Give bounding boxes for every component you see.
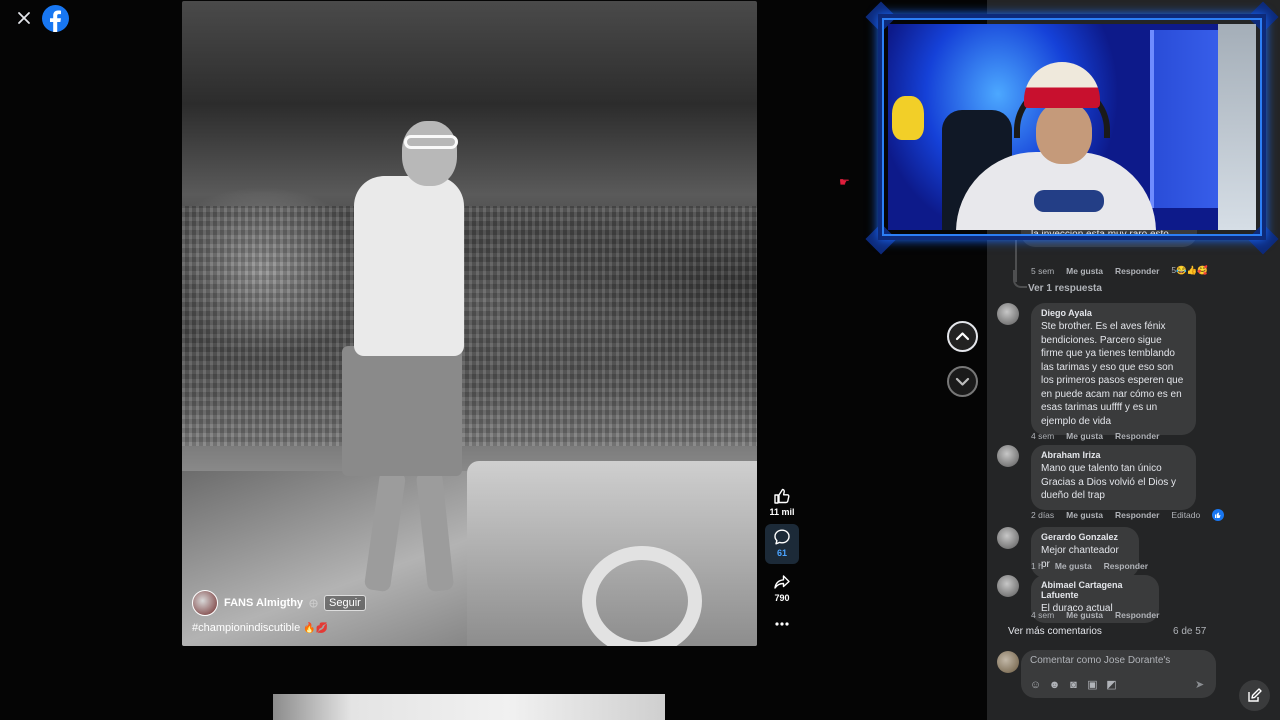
facebook-f-icon [50, 10, 61, 32]
like-button[interactable]: 11 mil [765, 487, 799, 517]
comment-time: 4 sem [1031, 431, 1055, 441]
reaction-emojis: 😂👍🥰 [1176, 265, 1208, 275]
view-replies-link[interactable]: Ver 1 respuesta [1028, 283, 1102, 294]
room-wall [1218, 24, 1256, 230]
comment-like-link[interactable]: Me gusta [1066, 266, 1103, 276]
comment-bubble-icon [774, 529, 790, 545]
follow-button[interactable]: Seguir [324, 595, 366, 611]
compose-button[interactable] [1239, 680, 1270, 711]
chevron-down-icon [955, 377, 970, 386]
comment-meta: 4 sem Me gusta Responder [1031, 431, 1159, 441]
commenter-avatar[interactable] [997, 303, 1019, 325]
view-more-comments-link[interactable]: Ver más comentarios [1008, 626, 1102, 637]
chevron-up-icon [955, 332, 970, 341]
more-options-button[interactable] [765, 617, 799, 633]
crowd-background [182, 206, 757, 446]
globe-icon [309, 598, 318, 608]
avatar-sticker-icon[interactable]: ☺ [1029, 679, 1042, 692]
comment-bubble: Diego Ayala Ste brother. Es el aves féni… [1031, 303, 1196, 435]
like-reaction-icon [1212, 509, 1225, 521]
performer-head [402, 121, 457, 186]
performer-shorts [342, 346, 462, 476]
comment-bubble: Abraham Iriza Mano que talento tan único… [1031, 445, 1196, 510]
webcam-overlay [864, 0, 1280, 256]
streamer-cap [1024, 62, 1100, 108]
comment-like-link[interactable]: Me gusta [1066, 610, 1103, 620]
post-author: FANS Almigthy Seguir [192, 590, 366, 616]
comment-time: 4 sem [1031, 610, 1055, 620]
comment-input[interactable] [1030, 655, 1200, 666]
share-button[interactable]: 790 [765, 573, 799, 603]
commenter-avatar[interactable] [997, 527, 1019, 549]
reaction-summary[interactable]: 5😂👍🥰 [1171, 265, 1208, 276]
post-caption: #championindiscutible 🔥💋 [192, 622, 328, 634]
comment-reply-link[interactable]: Responder [1115, 510, 1159, 520]
comment-reply-link[interactable]: Responder [1115, 266, 1159, 276]
close-icon [18, 12, 30, 24]
comment-author[interactable]: Abraham Iriza [1041, 450, 1186, 460]
sticker-icon[interactable]: ◩ [1105, 679, 1118, 692]
thumbs-up-icon [774, 488, 790, 504]
next-video-button[interactable] [947, 366, 978, 397]
comment-like-link[interactable]: Me gusta [1055, 561, 1092, 571]
camera-icon[interactable]: ◙ [1067, 679, 1080, 692]
shirt-logo [1034, 190, 1104, 212]
share-count: 790 [774, 593, 790, 603]
comment-time: 1 h [1031, 561, 1043, 571]
composer-tools: ☺ ☻ ◙ ▣ ◩ [1029, 679, 1118, 692]
next-video-thumbnail[interactable] [273, 694, 665, 720]
comment-reply-link[interactable]: Responder [1115, 431, 1159, 441]
comment-meta: 2 días Me gusta Responder Editado [1031, 509, 1225, 521]
comment-composer: ☺ ☻ ◙ ▣ ◩ ➤ [997, 650, 1272, 698]
send-icon[interactable]: ➤ [1195, 678, 1204, 691]
facebook-logo[interactable] [42, 5, 69, 32]
compose-icon [1248, 688, 1262, 702]
performer-shirt [354, 176, 464, 356]
hashtag-link[interactable]: #championindiscutible [192, 622, 300, 634]
comment-text: Mano que talento tan único Gracias a Dio… [1041, 463, 1177, 501]
like-count: 11 mil [769, 507, 795, 517]
comment-author[interactable]: Diego Ayala [1041, 308, 1186, 318]
comment-button[interactable]: 61 [765, 524, 799, 564]
comment-input-box[interactable]: ☺ ☻ ◙ ▣ ◩ ➤ [1021, 650, 1216, 698]
author-avatar[interactable] [192, 590, 218, 616]
comment-time: 2 días [1031, 510, 1055, 520]
commenter-avatar[interactable] [997, 445, 1019, 467]
video-player[interactable]: FANS Almigthy Seguir #championindiscutib… [182, 1, 757, 646]
comment-author[interactable]: Abimael Cartagena Lafuente [1041, 580, 1149, 600]
speaker-ring [582, 546, 702, 646]
comment-meta: 1 h Me gusta Responder [1031, 561, 1148, 571]
performer-glasses [404, 135, 458, 149]
close-button[interactable] [14, 8, 34, 28]
edited-label: Editado [1171, 510, 1201, 520]
more-dots-icon [775, 622, 789, 626]
comment-like-link[interactable]: Me gusta [1066, 510, 1103, 520]
commenter-avatar[interactable] [997, 575, 1019, 597]
partial-comment-meta: 5 sem Me gusta Responder 5😂👍🥰 [1031, 265, 1208, 276]
comment-like-link[interactable]: Me gusta [1066, 431, 1103, 441]
emoji-icon[interactable]: ☻ [1048, 679, 1061, 692]
webcam-feed [888, 24, 1256, 230]
comment-text: Ste brother. Es el aves fénix bendicione… [1041, 321, 1184, 427]
comment-author[interactable]: Gerardo Gonzalez [1041, 532, 1129, 542]
previous-video-button[interactable] [947, 321, 978, 352]
share-arrow-icon [774, 575, 790, 589]
pointer-cursor-icon: ☛ [839, 175, 850, 189]
caption-emojis: 🔥💋 [303, 623, 329, 634]
comment-reply-link[interactable]: Responder [1104, 561, 1148, 571]
comment-meta: 4 sem Me gusta Responder [1031, 610, 1159, 620]
gif-icon[interactable]: ▣ [1086, 679, 1099, 692]
plush-toy [892, 96, 924, 140]
comments-counter: 6 de 57 [1173, 626, 1207, 637]
comment-count: 61 [776, 548, 787, 558]
author-name[interactable]: FANS Almigthy [224, 597, 303, 609]
comment-time: 5 sem [1031, 265, 1055, 276]
current-user-avatar [997, 651, 1019, 673]
comment-reply-link[interactable]: Responder [1115, 610, 1159, 620]
